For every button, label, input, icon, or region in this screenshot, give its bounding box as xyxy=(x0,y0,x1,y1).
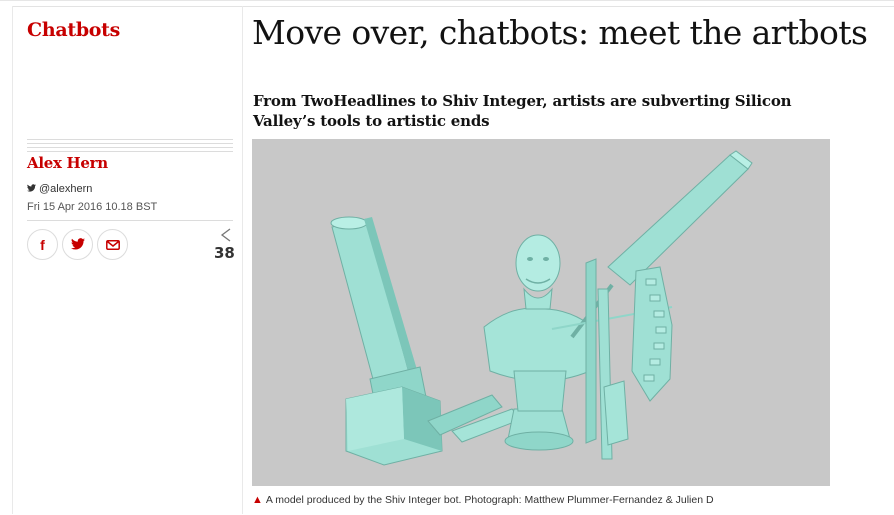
standfirst: From TwoHeadlines to Shiv Integer, artis… xyxy=(253,92,792,130)
column-divider xyxy=(242,6,243,514)
headline: Move over, chatbots: meet the artbots xyxy=(252,13,868,52)
hero-image[interactable] xyxy=(252,139,830,486)
share-twitter-button[interactable] xyxy=(62,229,93,260)
twitter-icon xyxy=(70,237,85,252)
email-icon xyxy=(105,238,120,252)
twitter-handle-text: @alexhern xyxy=(39,183,93,195)
share-count: 38 xyxy=(214,244,235,262)
meta-rule-stack xyxy=(27,139,233,155)
share-facebook-button[interactable]: f xyxy=(27,229,58,260)
publish-date: Fri 15 Apr 2016 10.18 BST xyxy=(27,201,158,213)
image-caption: ▲ A model produced by the Shiv Integer b… xyxy=(252,494,714,506)
section-label[interactable]: Chatbots xyxy=(27,19,120,41)
caption-text: A model produced by the Shiv Integer bot… xyxy=(265,494,714,506)
meta-divider xyxy=(27,220,233,221)
share-email-button[interactable] xyxy=(97,229,128,260)
share-count-icon xyxy=(220,228,232,245)
author-name[interactable]: Alex Hern xyxy=(27,154,108,172)
left-edge xyxy=(12,6,13,514)
sculpture-illustration xyxy=(252,139,830,486)
facebook-icon: f xyxy=(40,236,45,253)
top-rule xyxy=(12,6,894,7)
twitter-bird-icon xyxy=(27,183,36,195)
caption-triangle-icon: ▲ xyxy=(252,494,263,506)
twitter-handle[interactable]: @alexhern xyxy=(27,183,92,195)
